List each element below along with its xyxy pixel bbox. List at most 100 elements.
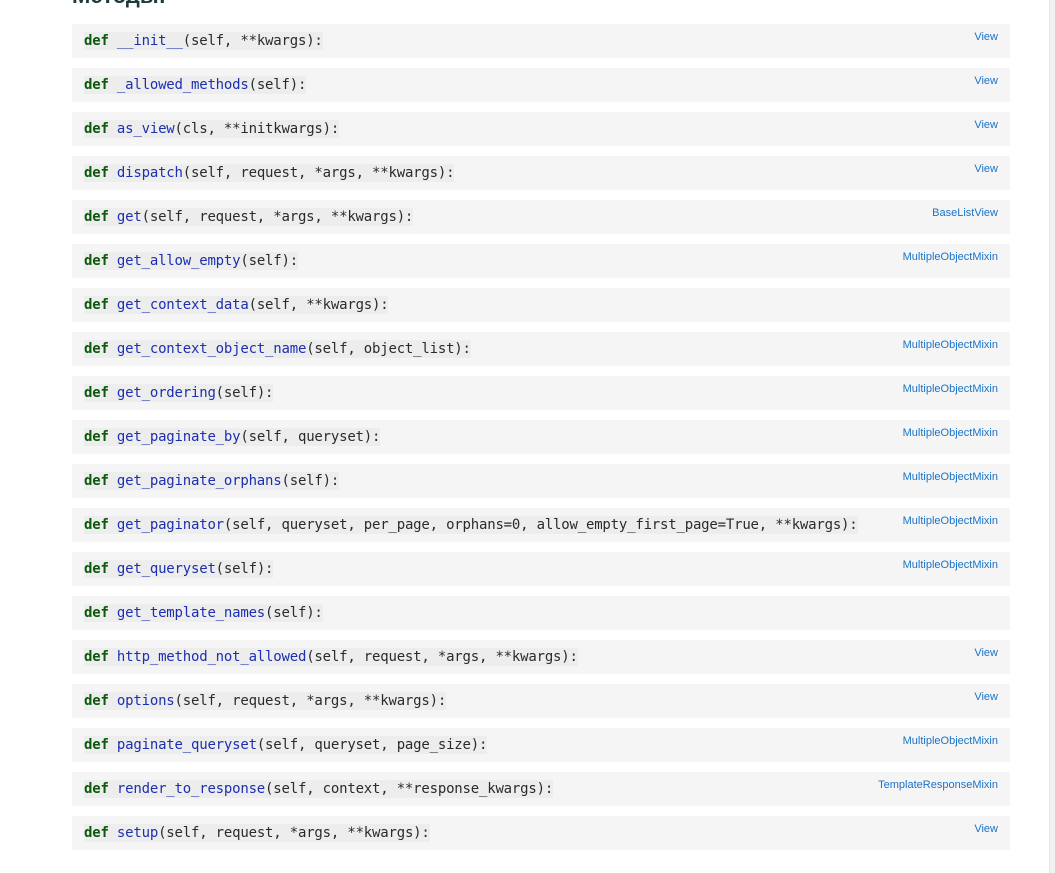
defined-in-link[interactable]: MultipleObjectMixin xyxy=(903,382,998,396)
method-name: as_view xyxy=(116,121,175,137)
method-signature: def render_to_response(self, context, **… xyxy=(84,780,553,798)
method-signature: def get_ordering(self): xyxy=(84,384,273,402)
method-row: def get_paginate_orphans(self): Multiple… xyxy=(72,464,1010,498)
def-keyword: def xyxy=(84,385,109,401)
defined-in-link[interactable]: View xyxy=(974,118,998,132)
method-args: (self, request, *args, **kwargs): xyxy=(182,165,455,181)
method-signature: def as_view(cls, **initkwargs): xyxy=(84,120,339,138)
def-keyword: def xyxy=(84,473,109,489)
method-row: def as_view(cls, **initkwargs): View xyxy=(72,112,1010,146)
method-signature: def setup(self, request, *args, **kwargs… xyxy=(84,824,430,842)
method-args: (self, request, *args, **kwargs): xyxy=(158,825,430,841)
method-row: def get_ordering(self): MultipleObjectMi… xyxy=(72,376,1010,410)
method-list: def __init__(self, **kwargs): View def _… xyxy=(72,24,1010,860)
method-name: get_paginate_by xyxy=(116,429,241,445)
defined-in-link[interactable]: MultipleObjectMixin xyxy=(903,558,998,572)
method-args: (self): xyxy=(265,605,323,621)
method-signature: def dispatch(self, request, *args, **kwa… xyxy=(84,164,455,182)
method-signature: def paginate_queryset(self, queryset, pa… xyxy=(84,736,487,754)
method-signature: def get_template_names(self): xyxy=(84,604,323,622)
method-signature: def get_paginator(self, queryset, per_pa… xyxy=(84,516,858,534)
method-args: (self): xyxy=(281,473,340,489)
method-name: get_paginator xyxy=(116,517,224,533)
def-keyword: def xyxy=(84,165,109,181)
def-keyword: def xyxy=(84,693,109,709)
method-row: def setup(self, request, *args, **kwargs… xyxy=(72,816,1010,850)
method-row: def get_context_object_name(self, object… xyxy=(72,332,1010,366)
method-row: def get(self, request, *args, **kwargs):… xyxy=(72,200,1010,234)
method-row: def paginate_queryset(self, queryset, pa… xyxy=(72,728,1010,762)
method-name: _allowed_methods xyxy=(116,77,249,93)
method-args: (self, queryset, per_page, orphans=0, al… xyxy=(223,517,858,533)
method-name: setup xyxy=(116,825,159,841)
method-row: def get_context_data(self, **kwargs): xyxy=(72,288,1010,322)
defined-in-link[interactable]: View xyxy=(974,690,998,704)
method-signature: def get_allow_empty(self): xyxy=(84,252,298,270)
defined-in-link[interactable]: MultipleObjectMixin xyxy=(903,338,998,352)
method-row: def __init__(self, **kwargs): View xyxy=(72,24,1010,58)
def-keyword: def xyxy=(84,209,109,225)
method-args: (self, **kwargs): xyxy=(248,297,389,313)
method-row: def get_template_names(self): xyxy=(72,596,1010,630)
method-signature: def get(self, request, *args, **kwargs): xyxy=(84,208,413,226)
method-args: (self): xyxy=(215,561,274,577)
defined-in-link[interactable]: View xyxy=(974,162,998,176)
method-args: (self): xyxy=(215,385,274,401)
method-args: (self, queryset): xyxy=(240,429,381,445)
method-signature: def http_method_not_allowed(self, reques… xyxy=(84,648,578,666)
window-scrollbar[interactable] xyxy=(1049,0,1055,873)
method-signature: def get_context_data(self, **kwargs): xyxy=(84,296,389,314)
method-signature: def _allowed_methods(self): xyxy=(84,76,306,94)
section-title: Методы: xyxy=(72,0,166,8)
def-keyword: def xyxy=(84,561,109,577)
method-row: def get_paginate_by(self, queryset): Mul… xyxy=(72,420,1010,454)
method-row: def options(self, request, *args, **kwar… xyxy=(72,684,1010,718)
method-args: (self, queryset, page_size): xyxy=(256,737,488,753)
def-keyword: def xyxy=(84,517,109,533)
method-signature: def get_queryset(self): xyxy=(84,560,273,578)
defined-in-link[interactable]: MultipleObjectMixin xyxy=(903,250,998,264)
method-signature: def __init__(self, **kwargs): xyxy=(84,32,323,50)
method-args: (self, request, *args, **kwargs): xyxy=(174,693,447,709)
def-keyword: def xyxy=(84,297,109,313)
method-row: def get_paginator(self, queryset, per_pa… xyxy=(72,508,1010,542)
defined-in-link[interactable]: View xyxy=(974,74,998,88)
def-keyword: def xyxy=(84,33,109,49)
defined-in-link[interactable]: MultipleObjectMixin xyxy=(903,734,998,748)
method-row: def get_queryset(self): MultipleObjectMi… xyxy=(72,552,1010,586)
method-name: get_context_object_name xyxy=(116,341,307,357)
method-args: (self, context, **response_kwargs): xyxy=(265,781,554,797)
defined-in-link[interactable]: View xyxy=(974,646,998,660)
def-keyword: def xyxy=(84,121,109,137)
defined-in-link[interactable]: TemplateResponseMixin xyxy=(878,778,998,792)
method-args: (self): xyxy=(240,253,298,269)
method-name: dispatch xyxy=(116,165,183,181)
def-keyword: def xyxy=(84,77,109,93)
method-name: options xyxy=(116,693,175,709)
method-row: def http_method_not_allowed(self, reques… xyxy=(72,640,1010,674)
method-signature: def get_context_object_name(self, object… xyxy=(84,340,471,358)
method-row: def render_to_response(self, context, **… xyxy=(72,772,1010,806)
defined-in-link[interactable]: View xyxy=(974,30,998,44)
method-signature: def get_paginate_by(self, queryset): xyxy=(84,428,380,446)
method-args: (self, **kwargs): xyxy=(182,33,323,49)
defined-in-link[interactable]: MultipleObjectMixin xyxy=(903,514,998,528)
defined-in-link[interactable]: View xyxy=(974,822,998,836)
method-name: get_context_data xyxy=(116,297,249,313)
defined-in-link[interactable]: MultipleObjectMixin xyxy=(903,470,998,484)
method-args: (self, request, *args, **kwargs): xyxy=(141,209,414,225)
defined-in-link[interactable]: BaseListView xyxy=(932,206,998,220)
defined-in-link[interactable]: MultipleObjectMixin xyxy=(903,426,998,440)
def-keyword: def xyxy=(84,825,109,841)
def-keyword: def xyxy=(84,253,109,269)
method-name: render_to_response xyxy=(116,781,266,797)
method-row: def get_allow_empty(self): MultipleObjec… xyxy=(72,244,1010,278)
method-args: (self, request, *args, **kwargs): xyxy=(306,649,578,665)
method-row: def dispatch(self, request, *args, **kwa… xyxy=(72,156,1010,190)
method-name: get_template_names xyxy=(116,605,266,621)
def-keyword: def xyxy=(84,737,109,753)
method-name: get_paginate_orphans xyxy=(116,473,282,489)
def-keyword: def xyxy=(84,429,109,445)
def-keyword: def xyxy=(84,781,109,797)
method-signature: def options(self, request, *args, **kwar… xyxy=(84,692,446,710)
